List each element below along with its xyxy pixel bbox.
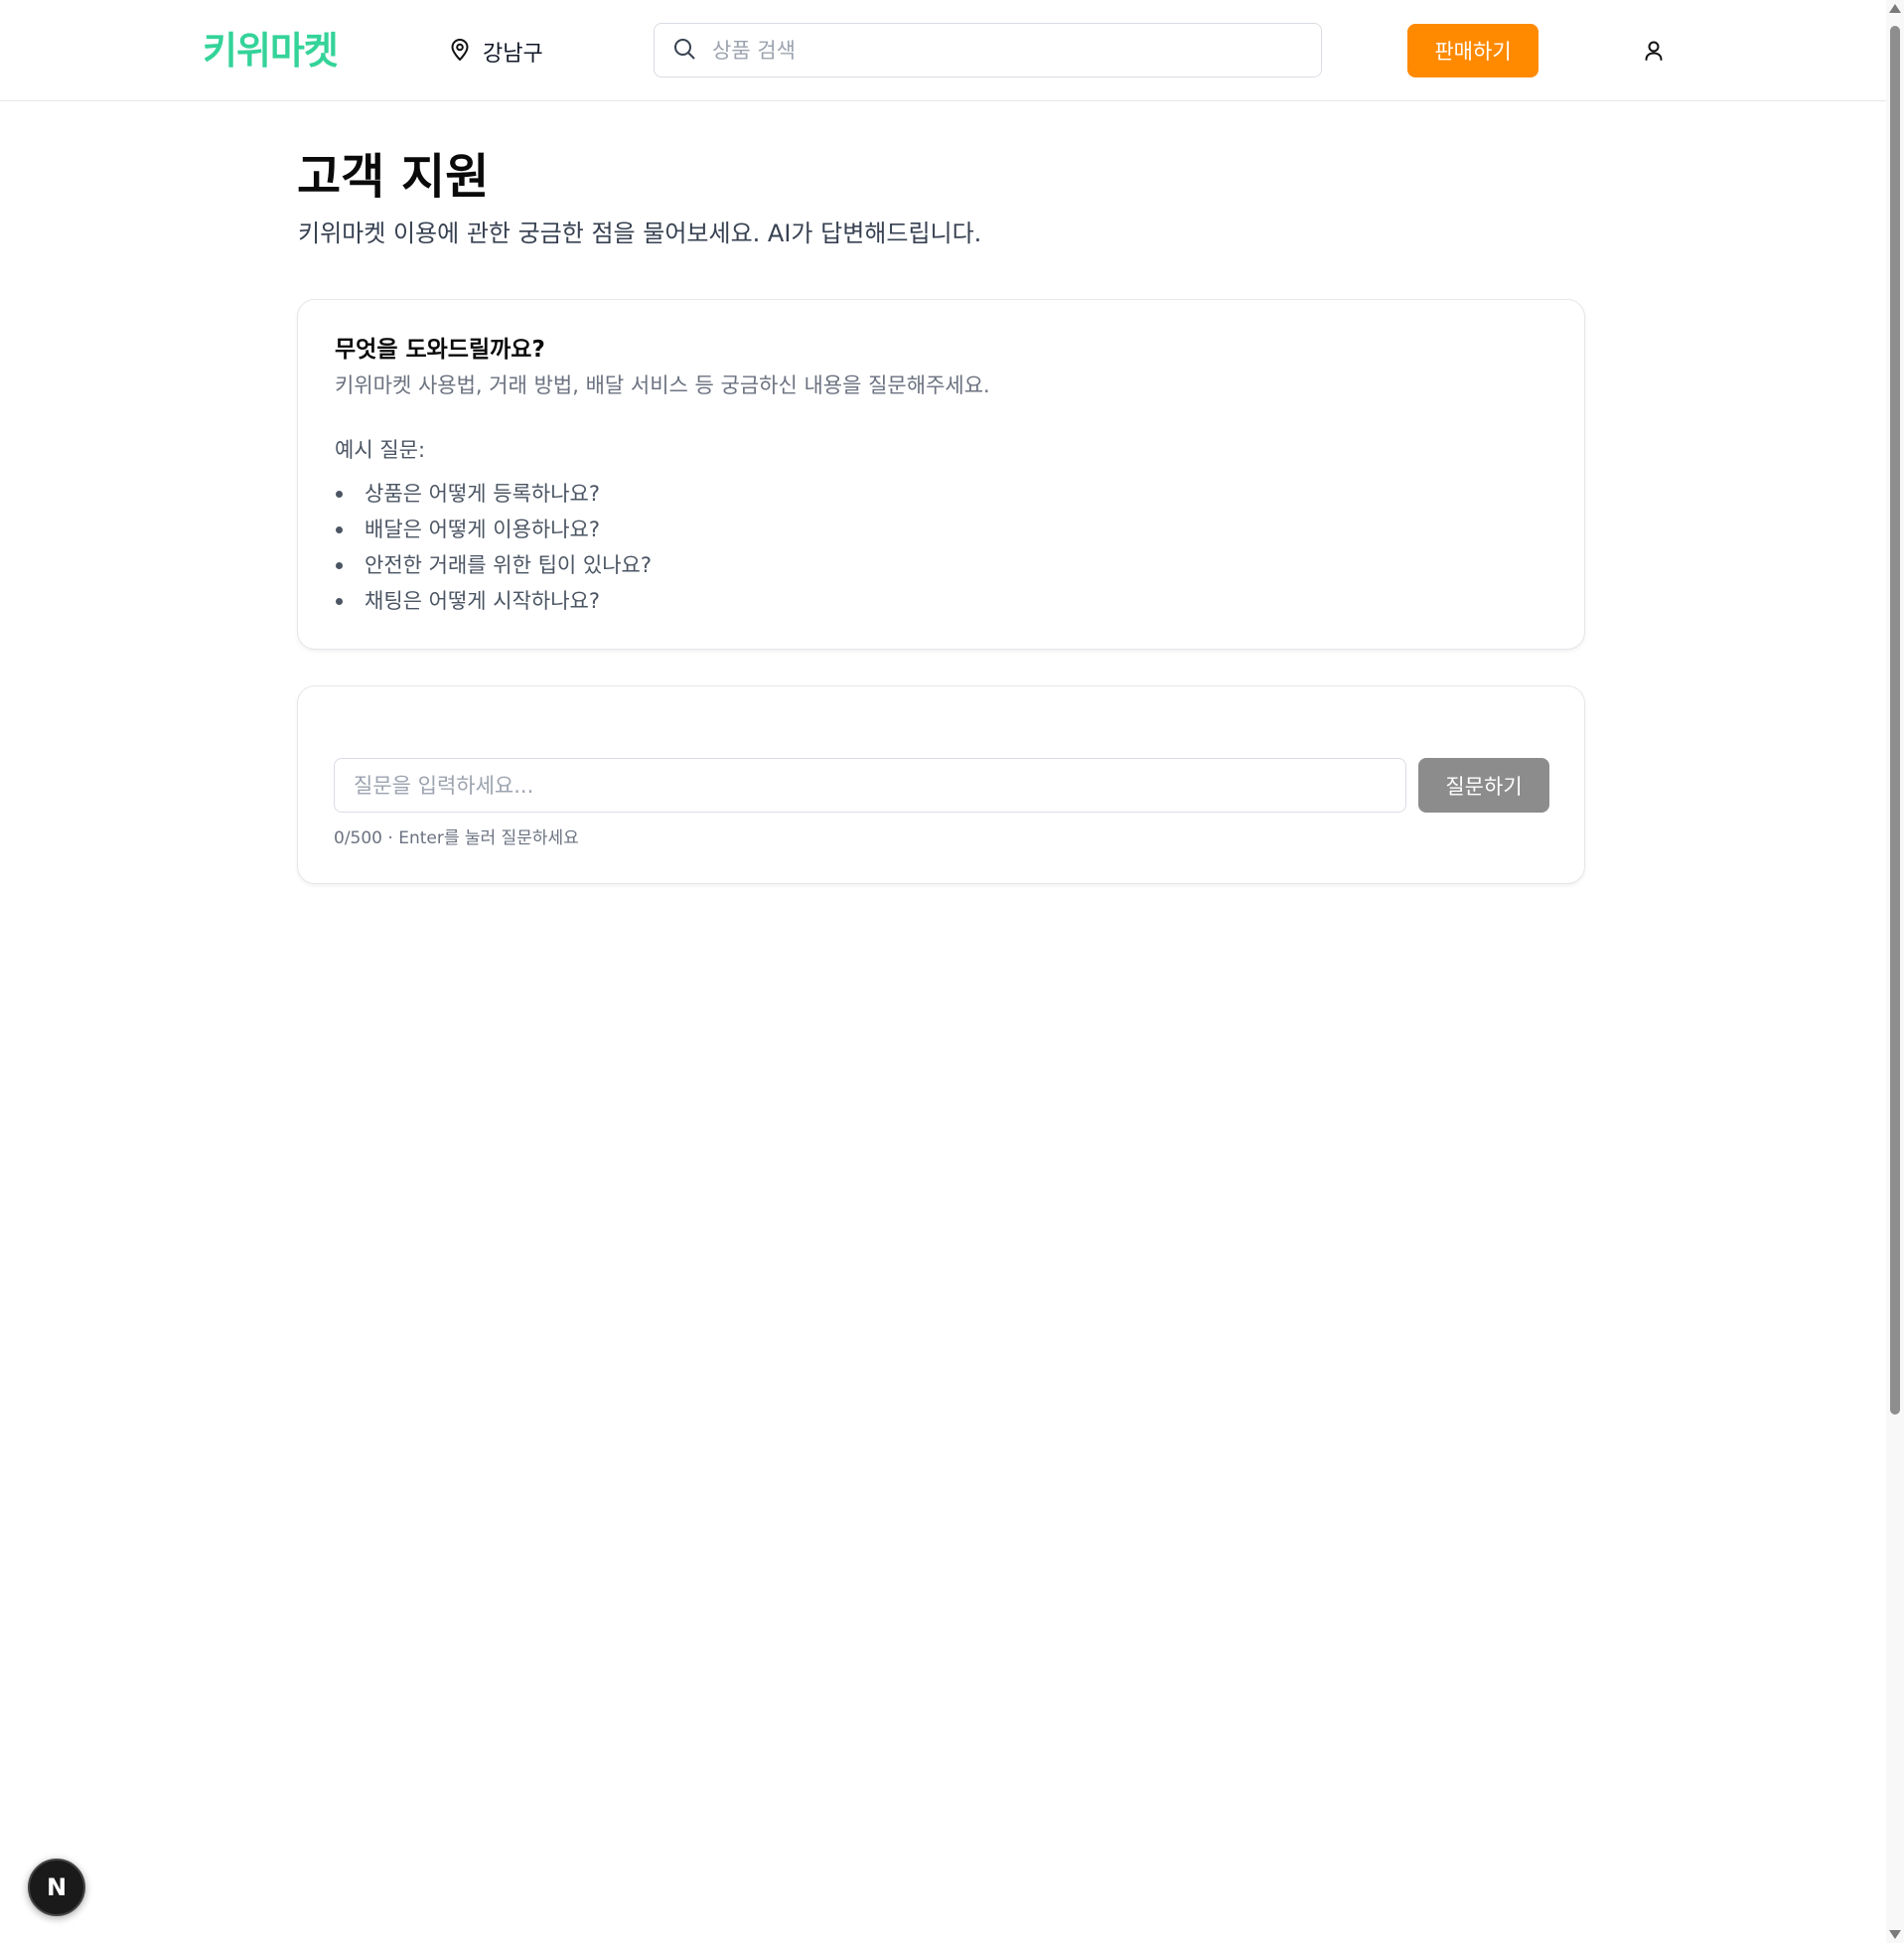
location-selector[interactable]: 강남구 [449, 32, 543, 72]
bullet-dot [336, 491, 343, 498]
help-card-description: 키위마켓 사용법, 거래 방법, 배달 서비스 등 궁금하신 내용을 질문해주세… [335, 374, 990, 397]
bullet-dot [336, 562, 343, 569]
example-question-item: 배달은 어떻게 이용하나요? [335, 512, 652, 547]
user-icon[interactable] [1639, 36, 1669, 66]
example-question-item: 채팅은 어떻게 시작하나요? [335, 583, 652, 619]
scrollbar-thumb[interactable] [1890, 26, 1900, 1415]
examples-label: 예시 질문: [335, 438, 426, 462]
example-question-text: 채팅은 어떻게 시작하나요? [365, 589, 601, 613]
page-title: 고객 지원 [297, 149, 490, 205]
ask-button[interactable]: 질문하기 [1418, 758, 1549, 813]
page-subtitle: 키위마켓 이용에 관한 궁금한 점을 물어보세요. AI가 답변해드립니다. [298, 220, 982, 247]
example-question-item: 상품은 어떻게 등록하나요? [335, 476, 652, 512]
question-card: 질문하기 0/500 · Enter를 눌러 질문하세요 [297, 685, 1585, 884]
brand-logo[interactable]: 키위마켓 [203, 27, 339, 75]
help-card-title: 무엇을 도와드릴까요? [335, 337, 545, 363]
example-question-text: 안전한 거래를 위한 팁이 있나요? [365, 553, 653, 577]
map-pin-icon [449, 38, 471, 66]
top-navigation-bar: 키위마켓 강남구 판매하기 [0, 0, 1886, 101]
bullet-dot [336, 598, 343, 605]
search-input[interactable] [710, 37, 1286, 64]
help-card: 무엇을 도와드릴까요? 키위마켓 사용법, 거래 방법, 배달 서비스 등 궁금… [297, 299, 1585, 650]
example-question-text: 배달은 어떻게 이용하나요? [365, 518, 601, 541]
nextjs-dev-badge[interactable]: N [28, 1859, 85, 1916]
example-question-text: 상품은 어떻게 등록하나요? [365, 482, 601, 506]
scroll-up-arrow-icon[interactable] [1889, 4, 1901, 13]
question-input[interactable] [334, 758, 1406, 813]
character-count-hint: 0/500 · Enter를 눌러 질문하세요 [334, 828, 579, 848]
sell-button[interactable]: 판매하기 [1407, 24, 1538, 77]
search-icon [672, 37, 696, 65]
location-label: 강남구 [483, 42, 543, 67]
bullet-dot [336, 526, 343, 533]
scroll-down-arrow-icon[interactable] [1889, 1930, 1901, 1939]
page-scrollbar[interactable] [1886, 0, 1904, 1943]
search-bar[interactable] [654, 23, 1322, 77]
example-question-item: 안전한 거래를 위한 팁이 있나요? [335, 547, 652, 583]
example-questions-list: 상품은 어떻게 등록하나요? 배달은 어떻게 이용하나요? 안전한 거래를 위한… [335, 476, 652, 619]
